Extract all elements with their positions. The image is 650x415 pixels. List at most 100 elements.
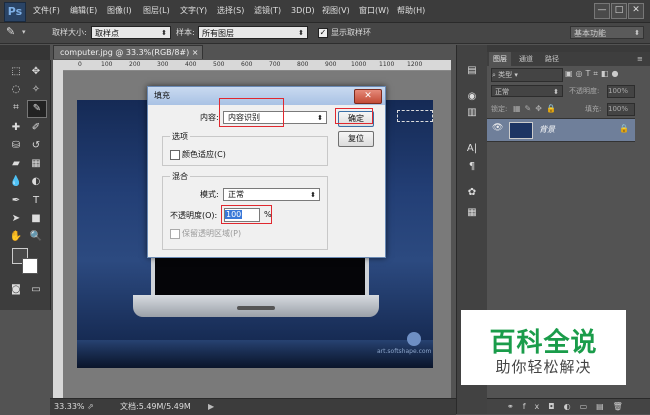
tab-paths[interactable]: 路径	[541, 52, 563, 66]
share-icon[interactable]: ⇗	[87, 399, 94, 415]
photoshop-logo: Ps	[4, 2, 26, 22]
dialog-close-button[interactable]: ✕	[354, 89, 382, 104]
ruler-tick: 1000	[351, 61, 367, 68]
eyedropper-tool-icon[interactable]: ✎	[6, 25, 22, 39]
visibility-eye-icon[interactable]: 👁	[492, 123, 503, 133]
close-button[interactable]: ✕	[628, 3, 644, 19]
chevron-updown-icon: ⬍	[161, 29, 167, 37]
chevron-down-icon: ▾	[514, 71, 518, 79]
lasso-tool-icon[interactable]: ◌	[7, 82, 25, 98]
pen-tool-icon[interactable]: ✒	[7, 193, 25, 209]
move-tool-icon[interactable]: ✥	[27, 64, 45, 80]
sample-dropdown[interactable]: 所有图层 ⬍	[198, 26, 308, 39]
ruler-tick: 1100	[379, 61, 395, 68]
history-panel-icon[interactable]: ▤	[463, 63, 481, 79]
sample-size-label: 取样大小:	[52, 28, 87, 37]
character-panel-icon[interactable]: A|	[463, 141, 481, 157]
path-select-tool-icon[interactable]: ➤	[7, 211, 25, 227]
selection-marquee	[397, 110, 433, 122]
quick-select-tool-icon[interactable]: ✧	[27, 82, 45, 98]
banner-title: 百科全说	[489, 328, 598, 358]
gradient-tool-icon[interactable]: ▦	[27, 156, 45, 172]
menu-edit[interactable]: 编辑(E)	[70, 0, 97, 22]
tools-panel: ⬚ ✥ ◌ ✧ ⌗ ✎ ✚ ✐ ⛁ ↺ ▰ ▦ 💧 ◐ ✒ T ➤ ■ ✋ 🔍 …	[0, 60, 51, 310]
fill-label: 填充:	[585, 105, 602, 113]
layer-opacity-field[interactable]: 100%	[607, 85, 635, 98]
layer-thumbnail	[509, 122, 533, 139]
styles-panel-icon[interactable]: ▥	[463, 105, 481, 121]
minimize-button[interactable]: —	[594, 3, 610, 19]
menu-layer[interactable]: 图层(L)	[143, 0, 170, 22]
show-ring-checkbox[interactable]: ✓	[318, 28, 328, 38]
menu-type[interactable]: 文字(Y)	[180, 0, 207, 22]
color-adapt-checkbox[interactable]	[170, 150, 180, 160]
eraser-tool-icon[interactable]: ▰	[7, 156, 25, 172]
laptop-slot	[237, 306, 275, 310]
layer-filter-dropdown[interactable]: ⌕ 类型 ▾	[491, 68, 563, 82]
ruler-tick: 600	[241, 61, 253, 68]
zoom-level[interactable]: 33.33%	[54, 399, 85, 415]
lock-icons[interactable]: ▦✎✥🔒	[513, 103, 560, 115]
tab-layers[interactable]: 图层	[489, 52, 511, 66]
swatches-panel-icon[interactable]: ✿	[463, 185, 481, 201]
history-brush-tool-icon[interactable]: ↺	[27, 138, 45, 154]
layer-filter-icons[interactable]: ▣◎T⌗◧●	[565, 68, 621, 80]
clone-stamp-tool-icon[interactable]: ⛁	[7, 138, 25, 154]
menu-3d[interactable]: 3D(D)	[291, 0, 315, 22]
options-bar: ✎ ▾ 取样大小: 取样点 ⬍ 样本: 所有图层 ⬍ ✓ 显示取样环 基本功能 ⬍	[0, 23, 650, 44]
layers-panel-tabs: 图层 通道 路径 ≡	[487, 52, 650, 66]
preserve-transparency-label: 保留透明区域(P)	[182, 229, 242, 238]
tool-preset-chevron-icon[interactable]: ▾	[22, 25, 26, 39]
rectangle-tool-icon[interactable]: ■	[27, 211, 45, 227]
dodge-tool-icon[interactable]: ◐	[27, 174, 45, 190]
crop-tool-icon[interactable]: ⌗	[7, 100, 25, 116]
chevron-updown-icon: ⬍	[298, 29, 304, 37]
paragraph-panel-icon[interactable]: ¶	[463, 159, 481, 175]
menu-view[interactable]: 视图(V)	[322, 0, 350, 22]
banner-subtitle: 助你轻松解决	[495, 358, 592, 376]
menu-image[interactable]: 图像(I)	[107, 0, 132, 22]
sample-size-dropdown[interactable]: 取样点 ⬍	[91, 26, 171, 39]
quick-mask-icon[interactable]: ◙	[7, 282, 25, 298]
panel-menu-icon[interactable]: ≡	[633, 52, 647, 66]
layer-fill-field[interactable]: 100%	[607, 103, 635, 116]
menu-window[interactable]: 窗口(W)	[359, 0, 389, 22]
menu-help[interactable]: 帮助(H)	[397, 0, 425, 22]
blur-tool-icon[interactable]: 💧	[7, 174, 25, 190]
type-tool-icon[interactable]: T	[27, 193, 45, 209]
grid-panel-icon[interactable]: ▦	[463, 205, 481, 221]
document-tab[interactable]: computer.jpg @ 33.3%(RGB/8#) ×	[53, 45, 203, 59]
workspace-dropdown[interactable]: 基本功能 ⬍	[570, 26, 644, 39]
eyedropper-tool-icon[interactable]: ✎	[27, 100, 47, 118]
adjustments-panel-icon[interactable]: ◉	[463, 89, 481, 105]
menu-select[interactable]: 选择(S)	[217, 0, 244, 22]
marquee-tool-icon[interactable]: ⬚	[7, 64, 25, 80]
layers-footer-icons[interactable]: ⚭fx◘◐▭▤🗑	[487, 398, 650, 414]
layer-name[interactable]: 背景	[539, 124, 555, 135]
layer-row-background[interactable]: 👁 背景 🔒	[487, 118, 635, 142]
screen-mode-icon[interactable]: ▭	[27, 282, 45, 298]
ruler-tick: 1200	[407, 61, 423, 68]
hand-tool-icon[interactable]: ✋	[7, 229, 25, 245]
close-icon[interactable]: ×	[192, 48, 199, 57]
menu-file[interactable]: 文件(F)	[33, 0, 60, 22]
watermark-logo-icon	[407, 332, 421, 346]
blend-mode-dropdown[interactable]: 正常 ⬍	[491, 85, 563, 97]
restore-button[interactable]: □	[611, 3, 627, 19]
chevron-updown-icon: ⬍	[317, 114, 323, 122]
menu-filter[interactable]: 滤镜(T)	[254, 0, 281, 22]
mode-dropdown[interactable]: 正常 ⬍	[223, 188, 320, 201]
reset-button[interactable]: 复位	[338, 131, 374, 147]
tab-channels[interactable]: 通道	[515, 52, 537, 66]
arrow-right-icon[interactable]: ▶	[208, 399, 214, 415]
highlight-box-ok	[335, 108, 373, 124]
brush-tool-icon[interactable]: ✐	[27, 120, 45, 136]
opacity-unit: %	[264, 210, 272, 219]
color-adapt-label: 颜色适应(C)	[182, 150, 226, 159]
background-color-swatch[interactable]	[22, 258, 38, 274]
sample-value: 所有图层	[202, 29, 234, 38]
ruler-tick: 100	[101, 61, 113, 68]
mode-label: 模式:	[200, 190, 219, 199]
zoom-tool-icon[interactable]: 🔍	[27, 229, 45, 245]
healing-brush-tool-icon[interactable]: ✚	[7, 120, 25, 136]
